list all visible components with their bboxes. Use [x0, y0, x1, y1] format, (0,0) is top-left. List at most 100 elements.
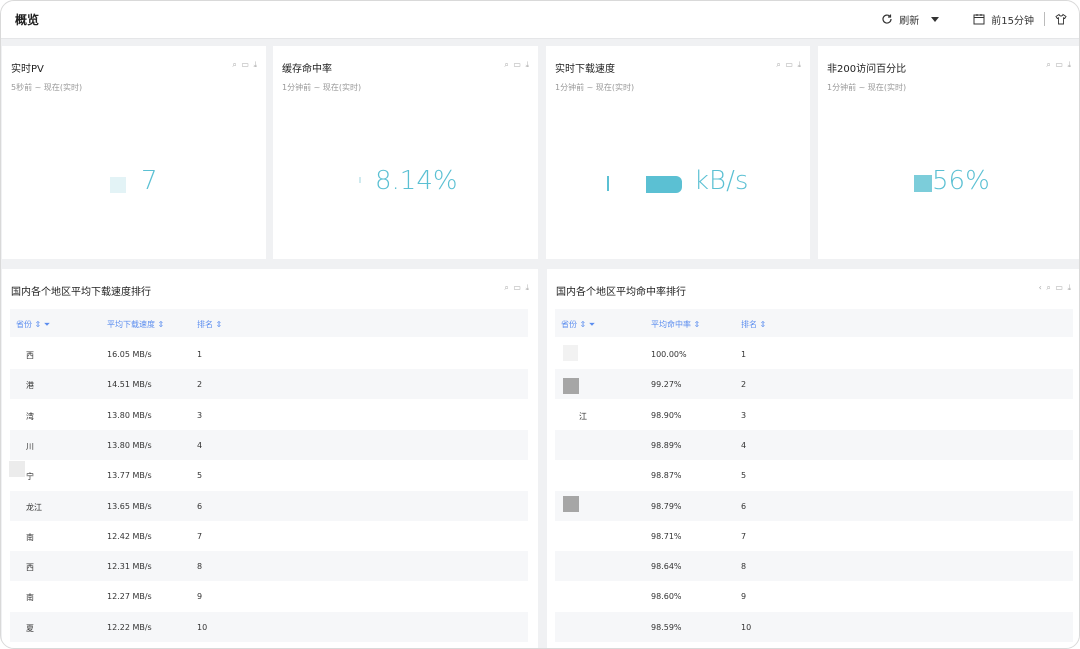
table-row[interactable]: 100.00% 1 — [555, 339, 1073, 369]
cell-rank: 4 — [197, 440, 203, 450]
metric-card-non200: 非200访问百分比 1分钟前 ~ 现在(实时) ⌕ ▭ ⤓ 56% — [818, 46, 1079, 259]
table-row[interactable]: 98.71% 7 — [555, 521, 1073, 551]
cell-value: 13.80 MB/s — [107, 440, 152, 450]
cell-rank: 6 — [741, 501, 747, 511]
refresh-control[interactable]: 刷新 — [881, 12, 919, 27]
metric-subtitle: 1分钟前 ~ 现在(实时) — [282, 83, 362, 92]
table-row[interactable]: 98.59% 10 — [555, 611, 1073, 642]
metric-value: 56% — [932, 166, 990, 196]
cell-province: 夏 — [26, 623, 34, 633]
metric-card-cache-hit: 缓存命中率 1分钟前 ~ 现在(实时) ⌕ ▭ ⤓ 8.14% — [273, 46, 538, 259]
cell-province: 南 — [26, 593, 34, 603]
cell-value: 98.59% — [651, 622, 682, 632]
cell-rank: 3 — [741, 410, 747, 420]
masked-value-block — [914, 175, 932, 192]
table-row[interactable]: 98.89% 4 — [555, 429, 1073, 460]
table-row[interactable]: 江 98.90% 3 — [555, 400, 1073, 430]
table-row[interactable]: 99.27% 2 — [555, 369, 1073, 400]
table-row[interactable]: 98.60% 9 — [555, 581, 1073, 611]
cell-rank: 8 — [197, 562, 203, 572]
speed-ranking-card: 国内各个地区平均下载速度排行 ⌕ ▭ ⤓ 省份 ⇕ ⏷ 平均下载速度 ⇕ 排名 … — [2, 269, 538, 648]
top-bar: 概览 刷新 前15分钟 — [1, 1, 1079, 39]
cell-rank: 2 — [197, 380, 203, 390]
cell-value: 13.65 MB/s — [107, 501, 152, 511]
table-row[interactable]: 川 13.80 MB/s 4 — [10, 429, 528, 460]
cell-value: 98.89% — [651, 440, 682, 450]
toolbar: 刷新 前15分钟 — [881, 10, 1067, 28]
time-range-label: 前15分钟 — [991, 15, 1034, 27]
column-header-province[interactable]: 省份 ⇕ ⏷ — [561, 319, 595, 330]
cell-rank: 3 — [197, 410, 203, 420]
column-header-hit-rate[interactable]: 平均命中率 ⇕ — [651, 319, 700, 330]
table-row[interactable]: 港 14.51 MB/s 2 — [10, 369, 528, 400]
cell-province: 湾 — [26, 411, 34, 421]
cell-value: 12.22 MB/s — [107, 622, 152, 632]
metric-title: 实时下载速度 — [555, 64, 615, 75]
card-tool-icons[interactable]: ⌕ ▭ ⤓ — [1046, 60, 1072, 70]
refresh-icon — [882, 14, 892, 24]
card-tool-icons[interactable]: ⌕ ▭ ⤓ — [776, 60, 802, 70]
refresh-dropdown-caret-icon[interactable] — [931, 16, 940, 22]
table-row[interactable]: 龙江 13.65 MB/s 6 — [10, 490, 528, 521]
dashboard-window: 概览 刷新 前15分钟 实时PV 5秒前 ~ 现在(实时) ⌕ ▭ ⤓ 7 缓存… — [0, 0, 1080, 649]
masked-region — [563, 496, 579, 512]
cell-rank: 10 — [741, 622, 752, 632]
table-row[interactable]: 西 12.31 MB/s 8 — [10, 551, 528, 582]
cell-value: 14.51 MB/s — [107, 380, 152, 390]
masked-region — [9, 461, 25, 477]
cell-rank: 4 — [741, 440, 747, 450]
metric-value: 7 — [141, 166, 158, 196]
cell-value: 12.27 MB/s — [107, 592, 152, 602]
table-header: 省份 ⇕ ⏷ 平均下载速度 ⇕ 排名 ⇕ — [10, 309, 528, 337]
calendar-icon — [973, 14, 985, 25]
column-header-rank[interactable]: 排名 ⇕ — [741, 319, 766, 330]
cell-province: 西 — [26, 351, 34, 360]
table-row[interactable]: 宁 13.77 MB/s 5 — [10, 460, 528, 490]
cell-province: 南 — [26, 532, 34, 542]
cell-value: 98.64% — [651, 562, 682, 572]
table-row[interactable]: 98.64% 8 — [555, 551, 1073, 582]
metric-subtitle: 5秒前 ~ 现在(实时) — [11, 83, 83, 92]
column-header-rank[interactable]: 排名 ⇕ — [197, 319, 222, 330]
metric-card-download-speed: 实时下载速度 1分钟前 ~ 现在(实时) ⌕ ▭ ⤓ kB/s — [546, 46, 810, 259]
hit-ranking-card: 国内各个地区平均命中率排行 ‹ ⌕ ▭ ⤓ 省份 ⇕ ⏷ 平均命中率 ⇕ 排名 … — [547, 269, 1079, 648]
card-tool-icons[interactable]: ‹ ⌕ ▭ ⤓ — [1039, 283, 1072, 293]
cell-rank: 8 — [741, 562, 747, 572]
table-header: 省份 ⇕ ⏷ 平均命中率 ⇕ 排名 ⇕ — [555, 309, 1073, 337]
page-title: 概览 — [15, 13, 40, 27]
time-range-picker[interactable]: 前15分钟 — [973, 12, 1034, 27]
cell-value: 98.60% — [651, 592, 682, 602]
metric-title: 实时PV — [11, 64, 44, 75]
table-row[interactable]: 98.79% 6 — [555, 490, 1073, 521]
card-tool-icons[interactable]: ⌕ ▭ ⤓ — [504, 283, 530, 293]
table-row[interactable]: 西 16.05 MB/s 1 — [10, 339, 528, 369]
table-row[interactable]: 湾 13.80 MB/s 3 — [10, 400, 528, 430]
card-tool-icons[interactable]: ⌕ ▭ ⤓ — [504, 60, 530, 70]
masked-value-block — [607, 176, 609, 191]
cell-province: 龙江 — [26, 502, 42, 512]
cell-value: 13.80 MB/s — [107, 410, 152, 420]
table-row[interactable]: 夏 12.22 MB/s 10 — [10, 611, 528, 642]
cell-province: 西 — [26, 563, 34, 573]
refresh-label: 刷新 — [899, 15, 920, 27]
toolbar-divider — [1044, 12, 1045, 26]
metric-card-pv: 实时PV 5秒前 ~ 现在(实时) ⌕ ▭ ⤓ 7 — [2, 46, 266, 259]
cell-rank: 5 — [197, 471, 203, 481]
cell-rank: 7 — [197, 531, 203, 541]
cell-rank: 1 — [197, 350, 203, 359]
table-row[interactable]: 南 12.27 MB/s 9 — [10, 581, 528, 611]
cell-value: 98.79% — [651, 501, 682, 511]
cell-value: 12.42 MB/s — [107, 531, 152, 541]
metric-title: 缓存命中率 — [282, 64, 332, 75]
column-header-speed[interactable]: 平均下载速度 ⇕ — [107, 319, 164, 330]
cell-rank: 1 — [741, 350, 747, 359]
theme-shirt-icon[interactable] — [1055, 13, 1067, 25]
table-row[interactable]: 南 12.42 MB/s 7 — [10, 521, 528, 551]
column-header-province[interactable]: 省份 ⇕ ⏷ — [16, 319, 50, 330]
card-tool-icons[interactable]: ⌕ ▭ ⤓ — [232, 60, 258, 70]
cell-value: 16.05 MB/s — [107, 350, 152, 359]
cell-rank: 9 — [197, 592, 203, 602]
metric-value: 8.14% — [375, 166, 458, 196]
cell-province: 江 — [579, 411, 587, 421]
table-row[interactable]: 98.87% 5 — [555, 460, 1073, 490]
